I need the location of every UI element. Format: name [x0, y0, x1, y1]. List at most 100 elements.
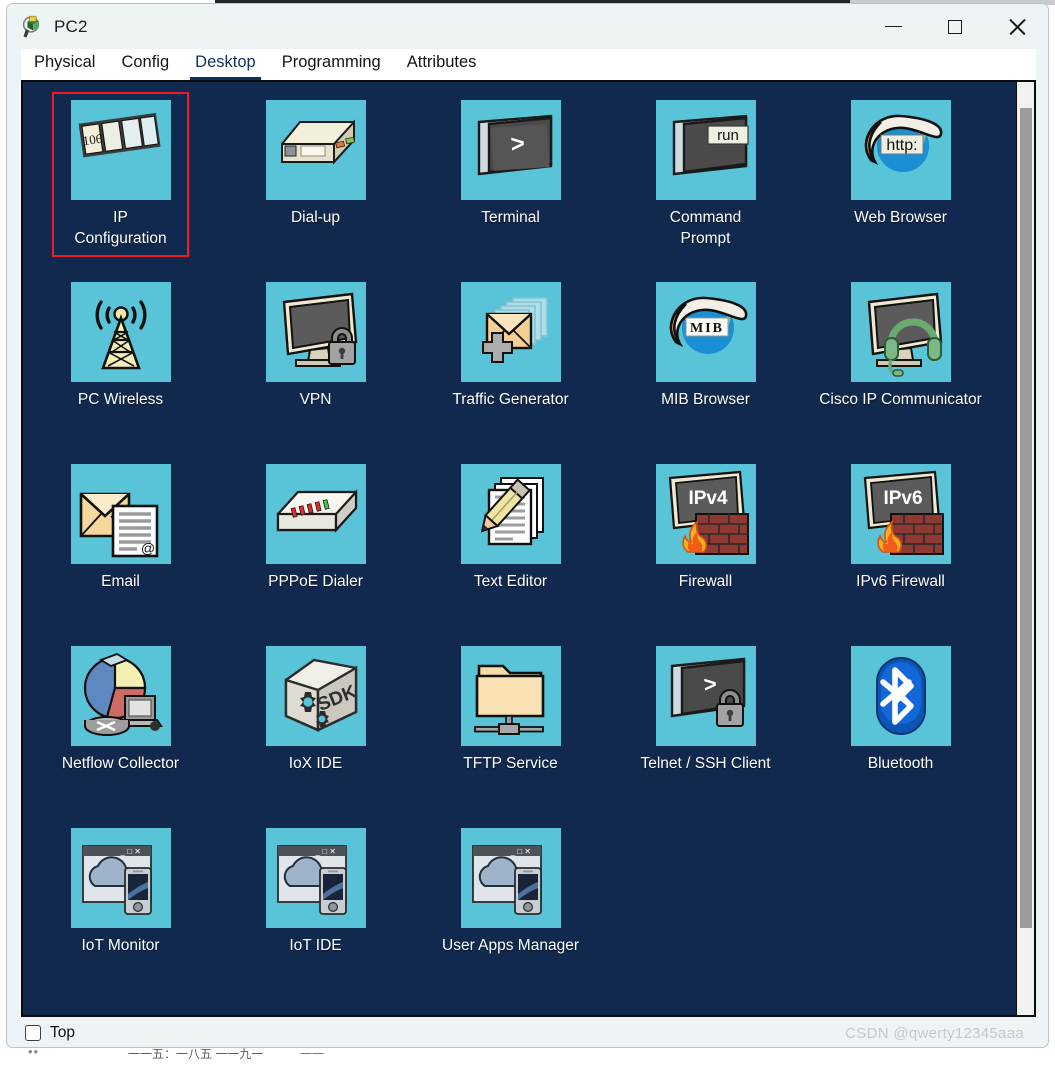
desktop-panel: 106 IP Configuration Dial-up > Terminal …: [21, 80, 1036, 1017]
netflow-collector-piechart-icon: [70, 646, 171, 746]
svg-text:_ □ ✕: _ □ ✕: [509, 847, 530, 856]
desktop-icon-label: IoX IDE: [288, 755, 343, 772]
icon-cell-empty: [608, 822, 803, 1004]
desktop-icon-email[interactable]: @ Email: [23, 458, 218, 640]
desktop-icon-pppoe-dialer[interactable]: PPPoE Dialer: [218, 458, 413, 640]
dial-up-modem-icon: [265, 100, 366, 200]
icon-row: Netflow Collector SDK IoX IDE TFTP Servi…: [23, 640, 1016, 822]
desktop-icon-label: TFTP Service: [463, 755, 558, 772]
bluetooth-icon: [850, 646, 951, 746]
telnet-prompt-badge: >: [702, 671, 717, 697]
icon-row: PC Wireless VPN Traffic Generator MIB MI…: [23, 276, 1016, 458]
desktop-icon-web-browser[interactable]: http: Web Browser: [803, 94, 998, 276]
desktop-icon-iot-ide[interactable]: _ □ ✕ IoT IDE: [218, 822, 413, 1004]
minimize-button[interactable]: [862, 4, 924, 49]
background-ghost-mid: 一一五：一八五 一一九一: [128, 1048, 264, 1061]
desktop-icon-grid: 106 IP Configuration Dial-up > Terminal …: [23, 82, 1016, 1015]
desktop-icon-telnet-ssh-client[interactable]: > Telnet / SSH Client: [608, 640, 803, 822]
desktop-icon-label: Cisco IP Communicator: [819, 391, 982, 408]
desktop-icon-mib-browser[interactable]: MIB MIB Browser: [608, 276, 803, 458]
ip-communicator-headset-icon: [850, 282, 951, 382]
desktop-icon-netflow-collector[interactable]: Netflow Collector: [23, 640, 218, 822]
desktop-icon-label: IoT IDE: [289, 937, 342, 954]
mib-browser-globe-icon: MIB: [655, 282, 756, 382]
desktop-icon-label: Email: [101, 573, 140, 590]
desktop-icon-label: User Apps Manager: [442, 937, 579, 954]
web-browser-globe-icon: http:: [850, 100, 951, 200]
text-editor-pencil-icon: [460, 464, 561, 564]
desktop-icon-command-prompt[interactable]: run Command Prompt: [608, 94, 803, 276]
command-prompt-badge: run: [717, 127, 739, 144]
email-envelope-icon: @: [70, 464, 171, 564]
icon-row: 106 IP Configuration Dial-up > Terminal …: [23, 92, 1016, 276]
desktop-icon-label: IP Configuration: [74, 209, 167, 247]
desktop-icon-label: Traffic Generator: [452, 391, 569, 408]
desktop-icon-text-editor[interactable]: Text Editor: [413, 458, 608, 640]
iot-ide-cloud-phone-icon: _ □ ✕: [265, 828, 366, 928]
wireless-antenna-icon: [70, 282, 171, 382]
ip-configuration-icon: 106: [70, 100, 171, 200]
desktop-icon-dial-up[interactable]: Dial-up: [218, 94, 413, 276]
terminal-icon: >: [460, 100, 561, 200]
desktop-icon-user-apps-manager[interactable]: _ □ ✕ User Apps Manager: [413, 822, 608, 1004]
watermark-text: CSDN @qwerty12345aaa: [845, 1024, 1024, 1042]
desktop-icon-iot-monitor[interactable]: _ □ ✕ IoT Monitor: [23, 822, 218, 1004]
pc-device-window: PC2 Physical Config Desktop Programming …: [6, 3, 1049, 1048]
svg-text:>: >: [509, 130, 525, 158]
desktop-icon-firewall[interactable]: IPv4 Firewall: [608, 458, 803, 640]
window-bottom-bar: Top CSDN @qwerty12345aaa: [21, 1017, 1036, 1047]
desktop-icon-vpn[interactable]: VPN: [218, 276, 413, 458]
desktop-icon-iox-ide[interactable]: SDK IoX IDE: [218, 640, 413, 822]
desktop-icon-label: PPPoE Dialer: [268, 573, 363, 590]
desktop-icon-label: VPN: [299, 391, 332, 408]
desktop-icon-traffic-generator[interactable]: Traffic Generator: [413, 276, 608, 458]
tftp-folder-network-icon: [460, 646, 561, 746]
desktop-icon-label: MIB Browser: [661, 391, 750, 408]
window-controls: [862, 4, 1048, 49]
top-checkbox-label: Top: [50, 1024, 75, 1041]
tab-desktop[interactable]: Desktop: [182, 50, 269, 80]
desktop-vertical-scrollbar[interactable]: [1016, 82, 1034, 1015]
traffic-generator-envelopes-icon: [460, 282, 561, 382]
icon-cell-empty: [803, 822, 998, 1004]
desktop-icon-label: Web Browser: [854, 209, 947, 226]
desktop-icon-bluetooth[interactable]: Bluetooth: [803, 640, 998, 822]
close-button[interactable]: [986, 4, 1048, 49]
desktop-icon-label: Bluetooth: [867, 755, 934, 772]
svg-text:_ □ ✕: _ □ ✕: [314, 847, 335, 856]
background-ghost-left: ••: [28, 1048, 40, 1059]
desktop-icon-ipv6-firewall[interactable]: IPv6 IPv6 Firewall: [803, 458, 998, 640]
desktop-icon-ip-configuration[interactable]: 106 IP Configuration: [23, 92, 218, 276]
background-behind-window: •• 一一五：一八五 一一九一 一一: [0, 1048, 1055, 1071]
iot-monitor-cloud-phone-icon: _ □ ✕: [70, 828, 171, 928]
tab-config[interactable]: Config: [108, 50, 182, 80]
telnet-ssh-lock-icon: >: [655, 646, 756, 746]
scrollbar-thumb[interactable]: [1020, 108, 1032, 928]
desktop-icon-label: Dial-up: [290, 209, 341, 226]
maximize-button[interactable]: [924, 4, 986, 49]
tab-programming[interactable]: Programming: [269, 50, 394, 80]
iox-ide-sdk-box-icon: SDK: [265, 646, 366, 746]
firewall-version-badge: IPv4: [688, 488, 728, 509]
command-prompt-icon: run: [655, 100, 756, 200]
pppoe-dialer-modem-icon: [265, 464, 366, 564]
desktop-icon-label: Firewall: [678, 573, 733, 590]
icon-row: @ Email PPPoE Dialer Text Editor IPv4 Fi…: [23, 458, 1016, 640]
email-at-badge: @: [140, 540, 154, 556]
desktop-icon-pc-wireless[interactable]: PC Wireless: [23, 276, 218, 458]
tab-attributes[interactable]: Attributes: [394, 50, 490, 80]
firewall-ipv4-icon: IPv4: [655, 464, 756, 564]
desktop-icon-label: IoT Monitor: [81, 937, 160, 954]
vpn-monitor-lock-icon: [265, 282, 366, 382]
top-checkbox[interactable]: [25, 1025, 41, 1041]
window-title: PC2: [54, 16, 88, 36]
desktop-icon-tftp-service[interactable]: TFTP Service: [413, 640, 608, 822]
desktop-icon-terminal[interactable]: > Terminal: [413, 94, 608, 276]
desktop-icon-cisco-ip-communicator[interactable]: Cisco IP Communicator: [803, 276, 998, 458]
window-titlebar: PC2: [7, 4, 1048, 49]
tab-physical[interactable]: Physical: [21, 50, 108, 80]
desktop-icon-label: Netflow Collector: [61, 755, 180, 772]
desktop-icon-label: IPv6 Firewall: [856, 573, 945, 590]
packet-tracer-pc-icon: [21, 15, 45, 39]
firewall-version-badge: IPv6: [883, 488, 922, 509]
